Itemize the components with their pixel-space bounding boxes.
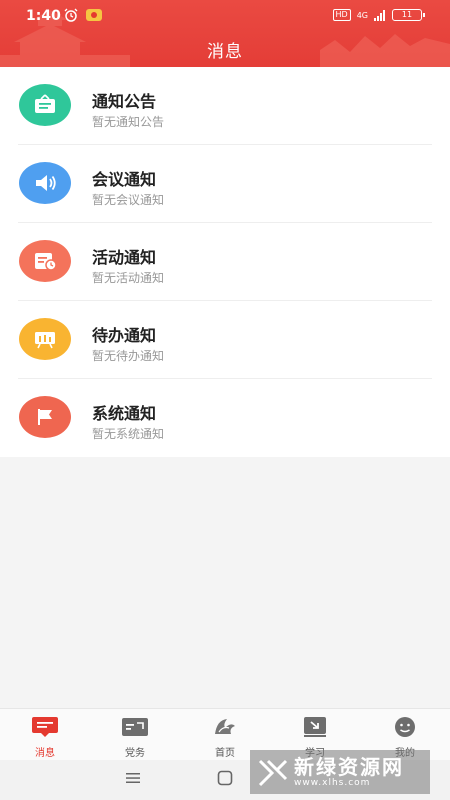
status-time: 1:40 [26, 8, 61, 24]
message-subtitle: 暂无待办通知 [92, 349, 165, 363]
home-logo-icon [211, 715, 239, 739]
battery-level: 11 [401, 10, 413, 19]
home-button-icon[interactable] [217, 770, 233, 786]
watermark-text: 新绿资源网 www.xlhs.com [294, 756, 404, 788]
status-right: HD 4G 11 [332, 9, 425, 21]
notice-board-icon [19, 84, 71, 126]
watermark-logo-icon [258, 759, 288, 787]
speaker-icon [19, 162, 71, 204]
status-bar: 1:40 HD 4G 11 [0, 0, 450, 32]
profile-face-icon [391, 715, 419, 739]
alarm-icon [64, 8, 78, 22]
watermark: 新绿资源网 www.xlhs.com [250, 750, 430, 794]
calendar-clock-icon [19, 240, 71, 282]
message-subtitle: 暂无活动通知 [92, 271, 165, 285]
header: 1:40 HD 4G 11 消息 [0, 0, 450, 67]
message-item-notice[interactable]: 通知公告 暂无通知公告 [0, 67, 450, 145]
message-subtitle: 暂无通知公告 [92, 115, 165, 129]
tab-label: 首页 [215, 748, 235, 759]
message-title: 系统通知 [92, 404, 157, 423]
watermark-main: 新绿资源网 [294, 755, 404, 779]
watermark-sub: www.xlhs.com [294, 778, 371, 788]
screen: 1:40 HD 4G 11 消息 通知公告 暂无通知公告 会议通知 暂无会议通知… [0, 0, 450, 800]
message-title: 会议通知 [92, 170, 157, 189]
signal-text: 4G [356, 10, 368, 20]
message-item-system[interactable]: 系统通知 暂无系统通知 [0, 379, 450, 457]
message-title: 通知公告 [92, 92, 157, 111]
study-icon [301, 715, 329, 739]
party-affairs-icon [121, 715, 149, 739]
hd-badge: HD [332, 9, 351, 21]
flag-icon [19, 396, 71, 438]
menu-icon[interactable] [125, 770, 141, 786]
message-item-activity[interactable]: 活动通知 暂无活动通知 [0, 223, 450, 301]
tab-messages[interactable]: 消息 [0, 709, 90, 760]
message-subtitle: 暂无系统通知 [92, 427, 165, 441]
message-title: 活动通知 [92, 248, 157, 267]
message-item-meeting[interactable]: 会议通知 暂无会议通知 [0, 145, 450, 223]
todo-board-icon [19, 318, 71, 360]
tab-party-affairs[interactable]: 党务 [90, 709, 180, 760]
message-subtitle: 暂无会议通知 [92, 193, 165, 207]
tab-label: 党务 [125, 748, 145, 759]
message-list: 通知公告 暂无通知公告 会议通知 暂无会议通知 活动通知 暂无活动通知 待办通知… [0, 67, 450, 457]
message-item-todo[interactable]: 待办通知 暂无待办通知 [0, 301, 450, 379]
message-icon [31, 715, 59, 739]
status-left-icons [64, 8, 102, 22]
weibo-icon [86, 9, 102, 21]
page-title: 消息 [207, 42, 243, 62]
battery-icon: 11 [392, 9, 425, 21]
signal-icon [374, 9, 385, 21]
tab-label: 消息 [35, 748, 55, 759]
message-title: 待办通知 [92, 326, 157, 345]
